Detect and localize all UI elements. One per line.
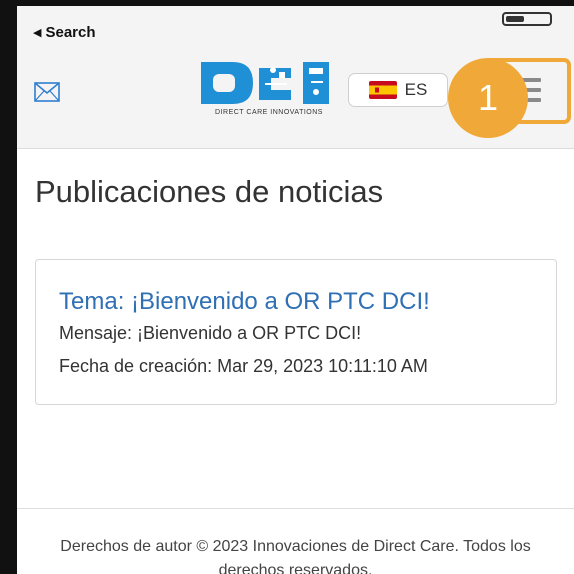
language-button[interactable]: ES bbox=[348, 73, 448, 107]
spain-flag-icon bbox=[368, 81, 397, 99]
dci-logo-mark bbox=[201, 62, 329, 104]
back-triangle-icon: ◀ bbox=[33, 27, 42, 39]
mail-icon[interactable] bbox=[34, 82, 60, 102]
status-bar: ◀ Search bbox=[17, 6, 574, 46]
footer-divider bbox=[17, 508, 574, 509]
battery-level bbox=[506, 16, 524, 22]
news-card: Tema: ¡Bienvenido a OR PTC DCI! Mensaje:… bbox=[35, 259, 557, 405]
page-title: Publicaciones de noticias bbox=[35, 174, 384, 209]
news-message: Mensaje: ¡Bienvenido a OR PTC DCI! bbox=[59, 323, 362, 343]
step-badge: 1 bbox=[448, 58, 528, 138]
battery-icon bbox=[502, 12, 552, 26]
news-topic-link[interactable]: Tema: ¡Bienvenido a OR PTC DCI! bbox=[59, 288, 430, 316]
footer-copyright: Derechos de autor © 2023 Innovaciones de… bbox=[17, 535, 574, 574]
back-label: Search bbox=[45, 24, 96, 41]
back-to-search-link[interactable]: ◀ Search bbox=[33, 24, 96, 41]
language-label: ES bbox=[404, 80, 428, 99]
footer-line-1: Derechos de autor © 2023 Innovaciones de… bbox=[60, 538, 531, 555]
app-header: DIRECT CARE INNOVATIONS ES 1 bbox=[17, 46, 574, 149]
news-created-date: Fecha de creación: Mar 29, 2023 10:11:10… bbox=[59, 356, 428, 376]
logo-caption: DIRECT CARE INNOVATIONS bbox=[215, 109, 323, 116]
dci-logo: DIRECT CARE INNOVATIONS bbox=[199, 58, 339, 120]
device-frame-left bbox=[0, 0, 17, 574]
footer-line-2: derechos reservados. bbox=[218, 562, 373, 574]
app-screen: ◀ Search DIRECT CARE INNOVATIONS ES 1 Pu… bbox=[0, 0, 574, 574]
